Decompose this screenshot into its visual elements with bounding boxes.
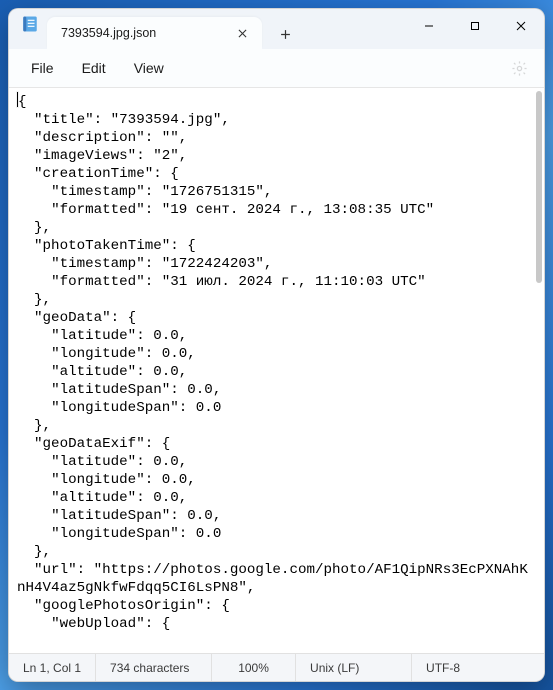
window-controls bbox=[406, 9, 544, 43]
statusbar: Ln 1, Col 1 734 characters 100% Unix (LF… bbox=[9, 653, 544, 681]
status-char-count[interactable]: 734 characters bbox=[96, 654, 212, 681]
status-position[interactable]: Ln 1, Col 1 bbox=[9, 654, 96, 681]
editor-content[interactable]: { "title": "7393594.jpg", "description":… bbox=[9, 88, 534, 653]
tab-title: 7393594.jpg.json bbox=[61, 26, 232, 40]
close-window-button[interactable] bbox=[498, 9, 544, 43]
maximize-button[interactable] bbox=[452, 9, 498, 43]
menu-file[interactable]: File bbox=[19, 54, 66, 82]
menu-view[interactable]: View bbox=[122, 54, 176, 82]
close-tab-button[interactable] bbox=[232, 23, 252, 43]
settings-button[interactable] bbox=[504, 53, 534, 83]
status-encoding[interactable]: UTF-8 bbox=[412, 654, 544, 681]
status-zoom[interactable]: 100% bbox=[212, 654, 296, 681]
notepad-icon bbox=[21, 15, 39, 33]
notepad-window: 7393594.jpg.json File Edit View bbox=[8, 8, 545, 682]
vertical-scrollbar[interactable] bbox=[536, 91, 542, 283]
menu-edit[interactable]: Edit bbox=[70, 54, 118, 82]
text-editor[interactable]: { "title": "7393594.jpg", "description":… bbox=[9, 87, 544, 653]
minimize-button[interactable] bbox=[406, 9, 452, 43]
status-line-ending[interactable]: Unix (LF) bbox=[296, 654, 412, 681]
document-tab[interactable]: 7393594.jpg.json bbox=[47, 17, 262, 49]
menubar: File Edit View bbox=[9, 49, 544, 87]
new-tab-button[interactable] bbox=[268, 19, 302, 49]
document-text: { "title": "7393594.jpg", "description":… bbox=[17, 94, 528, 632]
titlebar[interactable]: 7393594.jpg.json bbox=[9, 9, 544, 49]
